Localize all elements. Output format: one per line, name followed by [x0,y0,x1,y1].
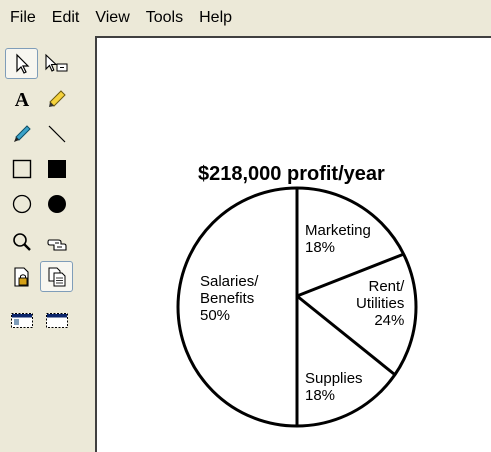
window-dotted-icon [10,312,33,328]
menu-file[interactable]: File [0,0,44,36]
menu-view[interactable]: View [87,0,137,36]
slice-label-marketing: Marketing 18% [305,222,371,256]
pencil-tool[interactable] [5,118,38,149]
line-tool-icon [48,125,65,142]
menu-edit[interactable]: Edit [44,0,88,36]
svg-text:A: A [14,89,29,110]
text-tool-icon: A [14,89,29,110]
window-dotted-alt-icon [45,312,68,328]
highlighter-tool[interactable] [40,83,73,114]
copy-pages-tool[interactable] [40,261,73,292]
slice-label-salaries-benefits: Salaries/ Benefits 50% [200,273,259,324]
menu-help[interactable]: Help [191,0,240,36]
select-arrow-icon [15,53,29,74]
window-dotted-alt-tool[interactable] [40,304,73,335]
text-tool[interactable]: A [5,83,38,114]
magnifier-icon [12,232,31,251]
rectangle-outline-tool[interactable] [5,153,38,184]
rectangle-filled-tool[interactable] [40,153,73,184]
slice-label-rent-utilities: Rent/ Utilities 24% [356,278,405,329]
highlighter-icon [48,89,66,107]
menu-tools[interactable]: Tools [138,0,191,36]
ellipse-filled-tool[interactable] [40,188,73,219]
line-tool[interactable] [40,118,73,149]
hand-pointer-tool[interactable] [40,226,73,257]
menu-bar: File Edit View Tools Help [0,0,491,36]
lock-page-tool[interactable] [5,261,38,292]
ellipse-outline-icon [12,194,31,213]
rectangle-outline-icon [12,159,31,178]
hand-pointer-icon [46,238,67,251]
pencil-icon [13,124,31,142]
window-dotted-tool[interactable] [5,304,38,335]
magnifier-tool[interactable] [5,226,38,257]
lock-page-icon [13,266,29,287]
tool-palette: A [0,38,94,452]
ellipse-outline-tool[interactable] [5,188,38,219]
select-region-tool[interactable] [40,48,73,79]
slice-label-supplies: Supplies 18% [305,370,363,404]
rectangle-filled-icon [47,159,66,178]
copy-pages-icon [48,267,65,286]
select-arrow-tool[interactable] [5,48,38,79]
ellipse-filled-icon [47,194,66,213]
select-region-icon [44,53,67,72]
chart-title: $218,000 profit/year [198,163,385,185]
